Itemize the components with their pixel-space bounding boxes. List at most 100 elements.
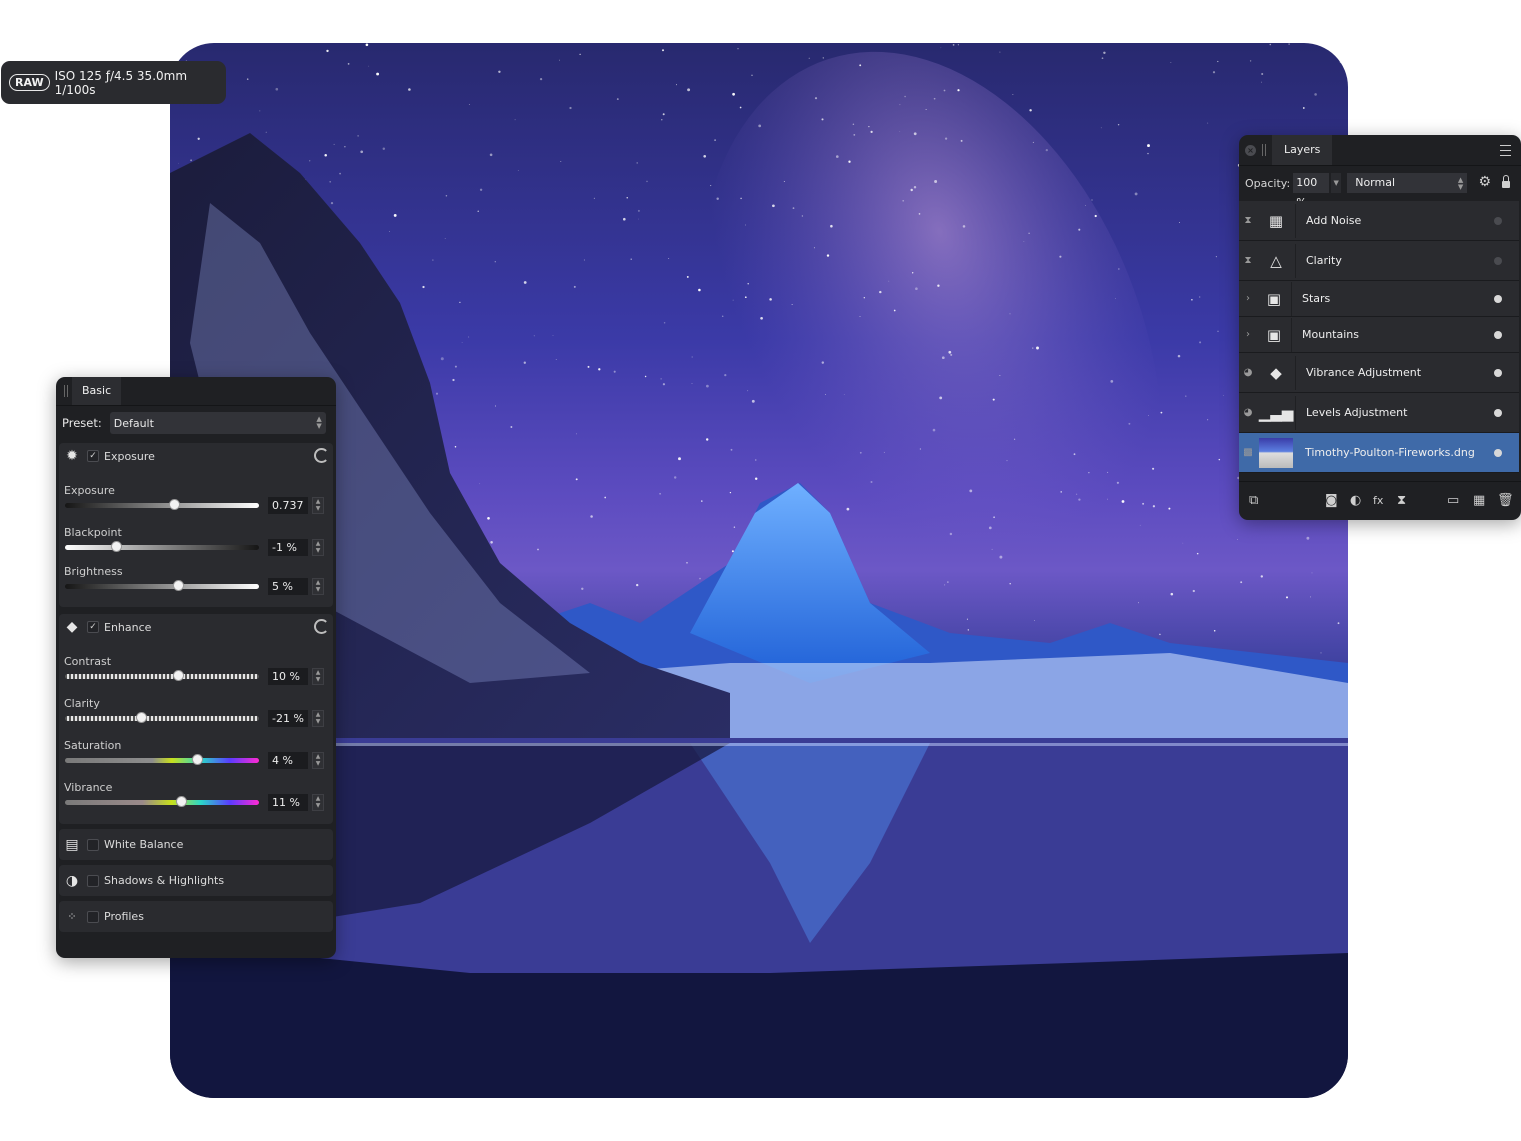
layer-row-clarity[interactable]: ⧗ △ Clarity: [1239, 241, 1519, 281]
stepper-icon[interactable]: ▲ ▼: [312, 710, 324, 727]
preset-select[interactable]: Default ▲ ▼: [109, 412, 326, 434]
panel-tab-bar: Basic: [56, 377, 336, 406]
blend-mode-value: Normal: [1355, 176, 1396, 189]
expand-chevron-icon[interactable]: ›: [1239, 293, 1257, 304]
blend-mode-select[interactable]: Normal ▲ ▼: [1347, 173, 1468, 193]
blackpoint-slider-track[interactable]: [65, 545, 259, 550]
mask-layer-icon[interactable]: ◙: [1325, 493, 1338, 508]
visibility-toggle[interactable]: [1494, 256, 1502, 265]
shadows-highlights-section[interactable]: ◑ Shadows & Highlights: [59, 865, 333, 896]
saturation-value-field[interactable]: 4 %: [268, 752, 308, 769]
opacity-dropdown-icon[interactable]: ▼: [1331, 173, 1342, 193]
visibility-toggle[interactable]: [1494, 408, 1502, 417]
close-icon[interactable]: ×: [1245, 144, 1256, 156]
layer-row-levels-adjustment[interactable]: ◕ ▁▃▅ Levels Adjustment: [1239, 393, 1519, 433]
drag-grip-icon[interactable]: [1262, 144, 1266, 156]
gear-icon[interactable]: ⚙: [1478, 175, 1491, 189]
profiles-section[interactable]: ⁘ Profiles: [59, 901, 333, 932]
stepper-icon[interactable]: ▲ ▼: [312, 752, 324, 769]
star: [1269, 43, 1272, 46]
tab-basic[interactable]: Basic: [72, 377, 122, 405]
clarity-slider-track[interactable]: [65, 716, 259, 721]
star: [1100, 127, 1102, 129]
vibrance-adjustment-icon: ◆: [1257, 355, 1296, 390]
star: [1103, 51, 1106, 55]
star: [724, 373, 727, 377]
brightness-value-field[interactable]: 5 %: [268, 578, 308, 595]
exposure-slider-track[interactable]: [65, 503, 259, 508]
exposure-value-field[interactable]: 0.737: [268, 497, 308, 514]
reset-icon[interactable]: [314, 619, 329, 634]
saturation-slider-knob[interactable]: [192, 754, 203, 765]
enhance-enable-checkbox[interactable]: ✓: [87, 621, 99, 633]
visibility-toggle[interactable]: [1494, 294, 1502, 303]
profiles-enable-checkbox[interactable]: [87, 910, 99, 923]
white-balance-enable-checkbox[interactable]: [87, 838, 99, 851]
contrast-value-field[interactable]: 10 %: [268, 668, 308, 685]
layers-footer-toolbar: ⧉ ◙ ◐ fx ⧗ ▭ ▦ 🗑: [1239, 481, 1521, 520]
saturation-slider-track[interactable]: [65, 758, 259, 763]
profiles-section-header[interactable]: ⁘ Profiles: [59, 901, 333, 932]
clarity-value-field[interactable]: -21 %: [268, 710, 308, 727]
adjustment-layer-icon[interactable]: ◐: [1350, 493, 1361, 508]
stepper-icon[interactable]: ▲ ▼: [312, 497, 324, 514]
brightness-slider-track[interactable]: [65, 584, 259, 589]
enhance-section-header[interactable]: ◆ ✓ Enhance: [59, 614, 333, 640]
layer-row-mountains[interactable]: › ▣ Mountains: [1239, 317, 1519, 353]
canvas-photo[interactable]: [170, 43, 1348, 1098]
reset-icon[interactable]: [314, 448, 329, 463]
fx-icon[interactable]: fx: [1373, 494, 1383, 507]
layer-row-image[interactable]: ▩ Timothy-Poulton-Fireworks.dng: [1239, 433, 1519, 473]
star: [731, 550, 734, 553]
star: [899, 104, 901, 106]
stepper-icon[interactable]: ▲ ▼: [312, 668, 324, 685]
trash-icon[interactable]: 🗑: [1497, 493, 1514, 508]
exposure-enable-checkbox[interactable]: ✓: [87, 450, 99, 462]
vibrance-slider-knob[interactable]: [176, 796, 187, 807]
star: [494, 261, 496, 263]
shadows-highlights-section-header[interactable]: ◑ Shadows & Highlights: [59, 865, 333, 896]
visibility-toggle[interactable]: [1494, 448, 1502, 457]
white-balance-section-header[interactable]: ▤ White Balance: [59, 829, 333, 860]
contrast-slider-track[interactable]: [65, 674, 259, 679]
expand-chevron-icon[interactable]: ›: [1239, 329, 1257, 340]
blackpoint-slider-knob[interactable]: [111, 541, 122, 552]
exposure-slider-knob[interactable]: [169, 499, 180, 510]
folder-icon[interactable]: ▭: [1447, 493, 1459, 508]
opacity-field[interactable]: 100 %: [1293, 173, 1330, 209]
white-balance-section[interactable]: ▤ White Balance: [59, 829, 333, 860]
star: [523, 361, 526, 364]
stepper-icon[interactable]: ▲ ▼: [312, 539, 324, 556]
star: [915, 287, 918, 291]
visibility-toggle[interactable]: [1494, 330, 1502, 339]
star: [587, 365, 590, 368]
vibrance-value-field[interactable]: 11 %: [268, 794, 308, 811]
star: [498, 70, 501, 74]
layer-row-stars[interactable]: › ▣ Stars: [1239, 281, 1519, 317]
pixel-layer-icon[interactable]: ▦: [1473, 493, 1485, 508]
drag-grip-icon[interactable]: [64, 385, 68, 397]
star: [360, 150, 364, 154]
visibility-toggle[interactable]: [1494, 368, 1502, 377]
stepper-icon[interactable]: ▲ ▼: [312, 578, 324, 595]
lock-icon[interactable]: [1502, 175, 1510, 188]
updown-icon: ▲ ▼: [1457, 176, 1464, 191]
layer-row-add-noise[interactable]: ⧗ ▦ Add Noise: [1239, 201, 1519, 241]
star: [638, 218, 639, 220]
stepper-icon[interactable]: ▲ ▼: [312, 794, 324, 811]
star: [1101, 57, 1104, 60]
hamburger-menu-icon[interactable]: [1500, 145, 1511, 156]
contrast-slider-knob[interactable]: [173, 670, 184, 681]
preset-label: Preset:: [62, 416, 102, 430]
exposure-section-header[interactable]: ✹ ✓ Exposure: [59, 443, 333, 469]
layer-copy-icon[interactable]: ⧉: [1249, 493, 1258, 508]
blackpoint-value-field[interactable]: -1 %: [268, 539, 308, 556]
brightness-slider-knob[interactable]: [173, 580, 184, 591]
layer-row-vibrance-adjustment[interactable]: ◕ ◆ Vibrance Adjustment: [1239, 353, 1519, 393]
shadows-highlights-enable-checkbox[interactable]: [87, 874, 99, 887]
vibrance-slider-track[interactable]: [65, 800, 259, 805]
clarity-slider-knob[interactable]: [136, 712, 147, 723]
tab-layers[interactable]: Layers: [1272, 135, 1333, 165]
live-filter-icon[interactable]: ⧗: [1397, 493, 1406, 508]
visibility-toggle[interactable]: [1494, 216, 1502, 225]
